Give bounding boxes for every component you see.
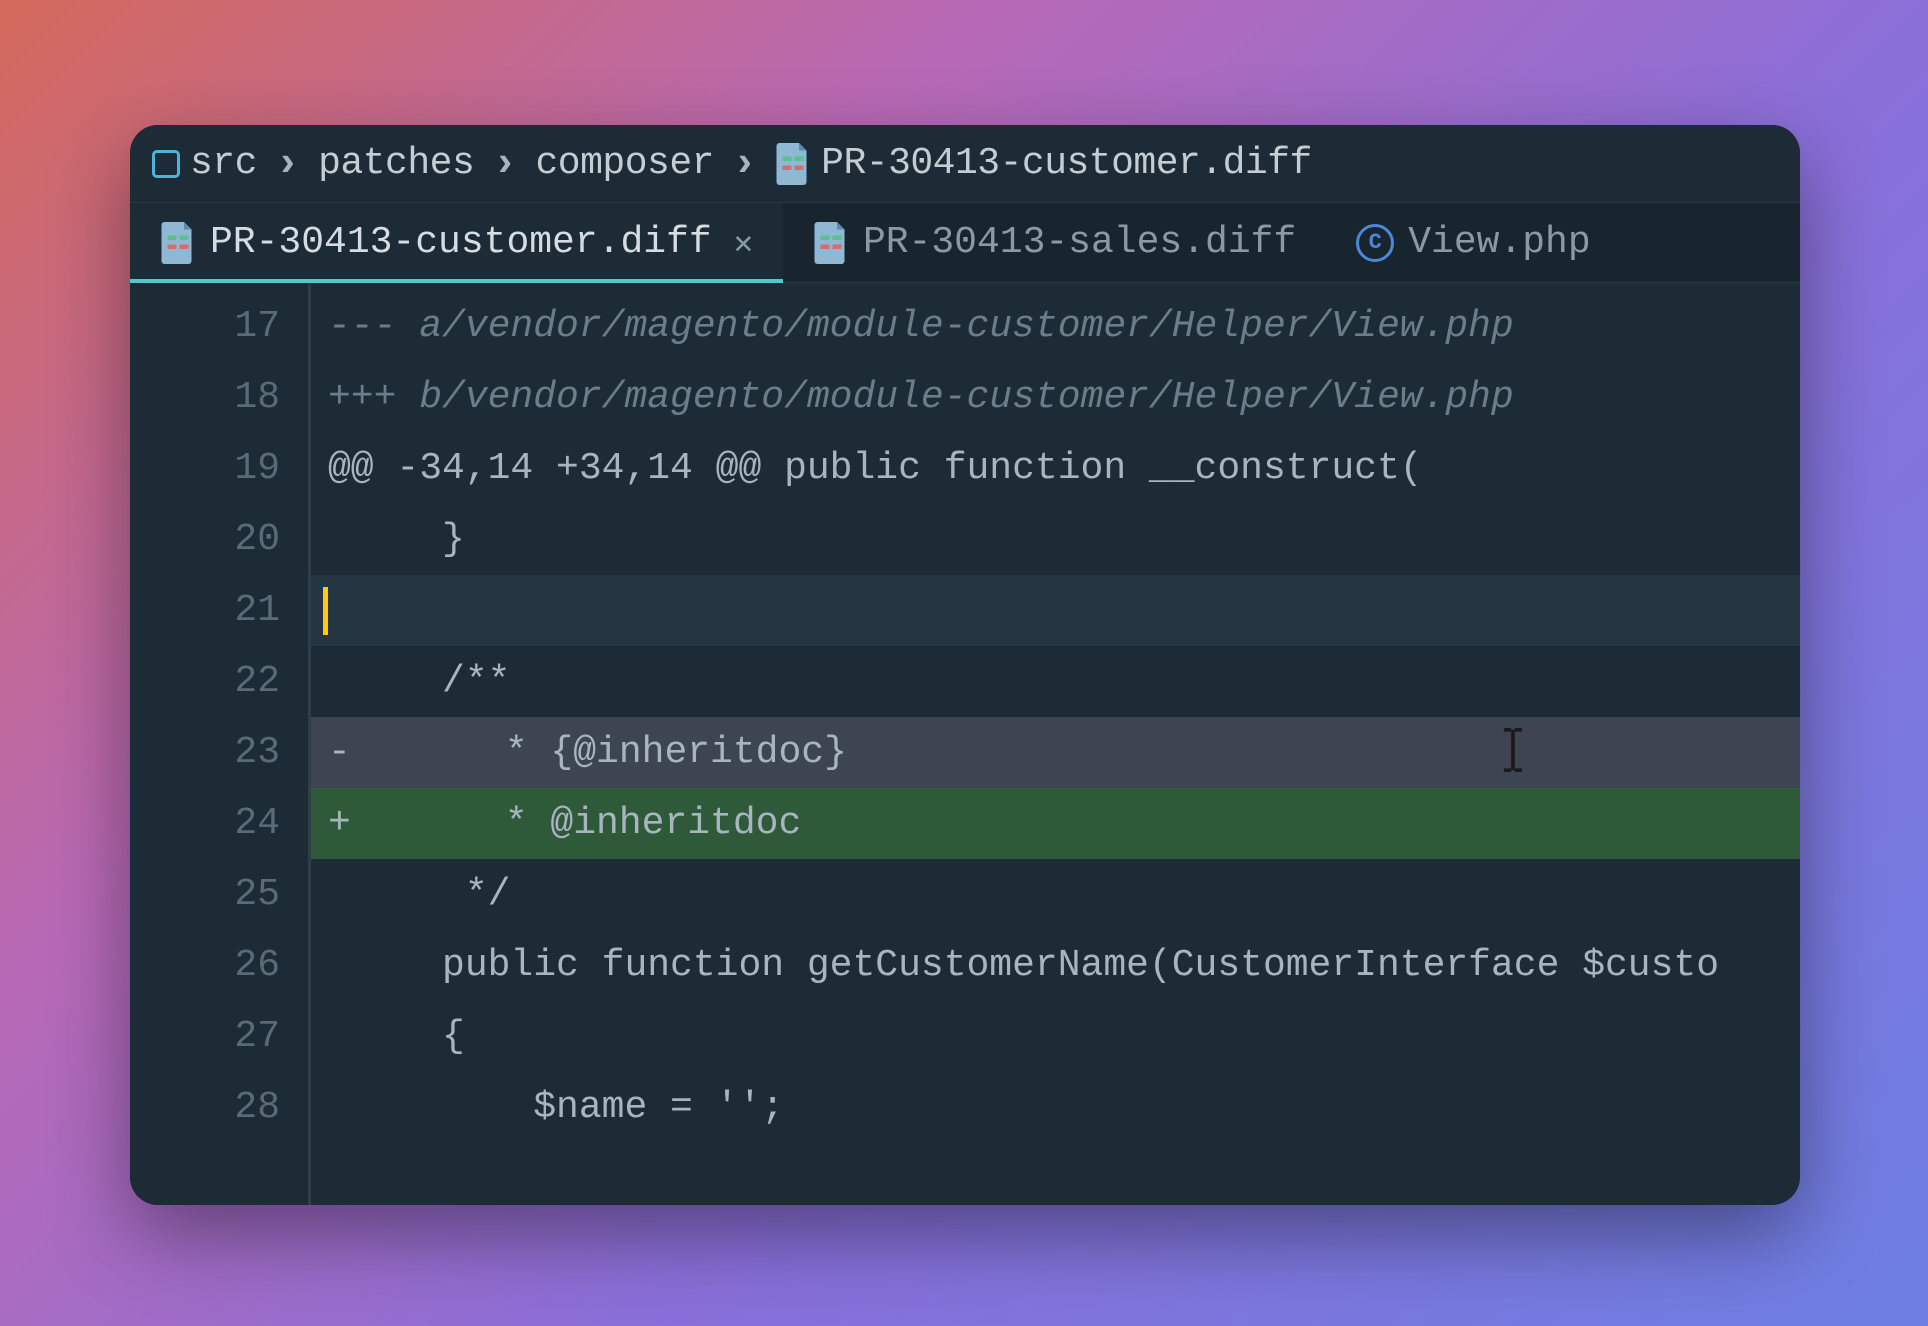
code-line[interactable]: } (310, 504, 1800, 575)
line-number: 19 (130, 433, 310, 504)
tab-bar: PR-30413-customer.diff ✕ PR-30413-sales.… (130, 203, 1800, 283)
breadcrumb-item[interactable]: composer (536, 142, 714, 185)
line-number: 21 (130, 575, 310, 646)
tab-sales-diff[interactable]: PR-30413-sales.diff (783, 203, 1326, 282)
editor-window: src › patches › composer › PR-30413-cust… (130, 125, 1800, 1205)
code-editor[interactable]: 17 18 19 20 21 22 23 24 25 26 27 28 --- … (130, 283, 1800, 1205)
diff-file-icon (813, 222, 849, 264)
code-line-added[interactable]: + * @inheritdoc (310, 788, 1800, 859)
tab-label: PR-30413-customer.diff (210, 221, 712, 264)
code-line[interactable]: $name = ''; (310, 1072, 1800, 1143)
breadcrumb-file[interactable]: PR-30413-customer.diff (821, 142, 1312, 185)
code-line[interactable]: @@ -34,14 +34,14 @@ public function __co… (310, 433, 1800, 504)
line-number: 23 (130, 717, 310, 788)
code-line[interactable]: /** (310, 646, 1800, 717)
line-number: 24 (130, 788, 310, 859)
line-number: 17 (130, 291, 310, 362)
code-line[interactable]: { (310, 1001, 1800, 1072)
line-number: 18 (130, 362, 310, 433)
breadcrumb-item[interactable]: patches (318, 142, 474, 185)
code-line[interactable]: public function getCustomerName(Customer… (310, 930, 1800, 1001)
tab-view-php[interactable]: C View.php (1326, 203, 1620, 282)
code-line[interactable]: +++ b/vendor/magento/module-customer/Hel… (310, 362, 1800, 433)
diff-file-icon (160, 222, 196, 264)
line-number: 28 (130, 1072, 310, 1143)
code-line[interactable]: --- a/vendor/magento/module-customer/Hel… (310, 291, 1800, 362)
line-number: 22 (130, 646, 310, 717)
line-number: 27 (130, 1001, 310, 1072)
breadcrumb: src › patches › composer › PR-30413-cust… (130, 125, 1800, 203)
code-line-removed[interactable]: - * {@inheritdoc} (310, 717, 1800, 788)
text-caret (323, 587, 328, 635)
code-line[interactable]: */ (310, 859, 1800, 930)
php-file-icon: C (1356, 224, 1394, 262)
chevron-right-icon: › (732, 140, 757, 188)
line-number: 20 (130, 504, 310, 575)
line-gutter: 17 18 19 20 21 22 23 24 25 26 27 28 (130, 283, 310, 1205)
tab-label: PR-30413-sales.diff (863, 221, 1296, 264)
code-line-cursor[interactable] (310, 575, 1800, 646)
chevron-right-icon: › (492, 140, 517, 188)
code-content[interactable]: --- a/vendor/magento/module-customer/Hel… (310, 283, 1800, 1205)
breadcrumb-item[interactable]: src (190, 142, 257, 185)
chevron-right-icon: › (275, 140, 300, 188)
diff-file-icon (775, 143, 811, 185)
tab-label: View.php (1408, 221, 1590, 264)
line-number: 25 (130, 859, 310, 930)
line-number: 26 (130, 930, 310, 1001)
gutter-divider (308, 283, 311, 1205)
project-icon (152, 150, 180, 178)
close-icon[interactable]: ✕ (734, 223, 753, 263)
tab-customer-diff[interactable]: PR-30413-customer.diff ✕ (130, 203, 783, 282)
